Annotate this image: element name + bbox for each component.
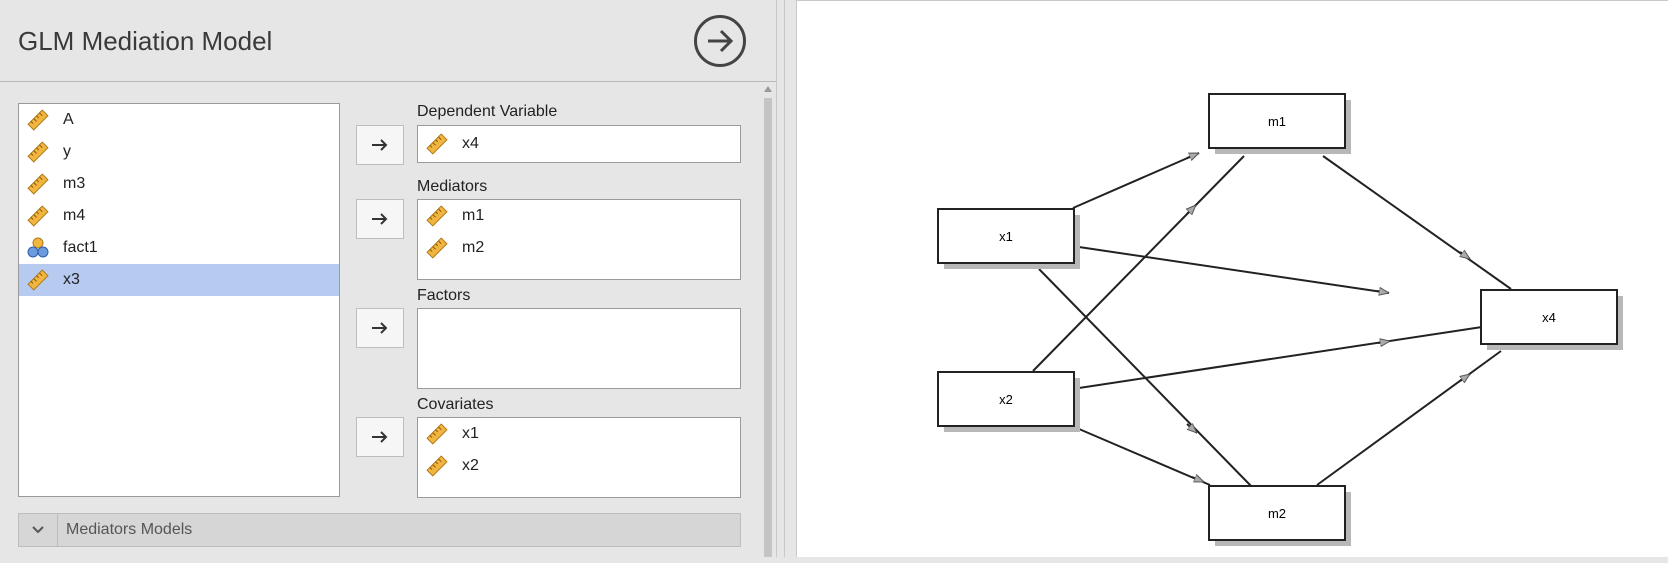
variable-item-m4[interactable]: m4	[19, 200, 339, 232]
arrow-right-icon	[372, 213, 388, 225]
list-item[interactable]: x1	[418, 418, 740, 450]
section-label: Mediators Models	[66, 521, 193, 538]
dependent-box[interactable]: x4	[417, 125, 741, 163]
move-to-factors-button[interactable]	[356, 308, 404, 348]
arrow-right-icon	[708, 29, 734, 53]
variable-label: m3	[63, 175, 86, 192]
panel-splitter[interactable]	[778, 0, 795, 557]
variable-item-y[interactable]: y	[19, 136, 339, 168]
list-item[interactable]: m1	[418, 200, 740, 232]
item-label: m2	[462, 239, 485, 256]
scroll-thumb[interactable]	[764, 98, 772, 557]
node-label: m1	[1268, 114, 1286, 129]
arrow-x1-x4	[1376, 291, 1389, 293]
variable-label: x3	[63, 271, 80, 288]
path-m1-x4	[1322, 155, 1512, 290]
dependent-label: Dependent Variable	[417, 103, 558, 120]
path-x2-m2	[1078, 428, 1211, 486]
node-label: m2	[1268, 506, 1286, 521]
variable-label: y	[63, 143, 71, 160]
path-x1-m1	[1072, 152, 1200, 209]
arrow-m1-x4	[1460, 252, 1470, 260]
node-label: x1	[999, 229, 1013, 244]
move-to-mediators-button[interactable]	[356, 199, 404, 239]
chevron-down-icon[interactable]	[19, 514, 58, 546]
options-panel: GLM Mediation Model A y m3 m4 fact1 x3 D…	[0, 0, 777, 557]
arrow-right-icon	[372, 431, 388, 443]
ruler-icon	[426, 133, 448, 155]
panel-header: GLM Mediation Model	[0, 0, 776, 82]
node-x4: x4	[1480, 289, 1623, 350]
path-m2-x4	[1316, 350, 1502, 486]
arrow-x2-x4	[1377, 341, 1390, 343]
list-item[interactable]: x4	[418, 126, 740, 162]
node-x1: x1	[937, 208, 1080, 269]
item-label: m1	[462, 207, 485, 224]
variable-item-fact1[interactable]: fact1	[19, 232, 339, 264]
variable-label: fact1	[63, 239, 98, 256]
variable-list[interactable]: A y m3 m4 fact1 x3	[18, 103, 340, 497]
node-label: x4	[1542, 310, 1556, 325]
list-item[interactable]: m2	[418, 232, 740, 264]
diagram-paths	[1032, 152, 1512, 489]
node-x2: x2	[937, 371, 1080, 432]
arrow-right-icon	[372, 322, 388, 334]
ruler-icon	[27, 141, 49, 163]
path-x1-x4	[1078, 246, 1390, 294]
mediators-box[interactable]: m1 m2	[417, 199, 741, 280]
run-arrow-button[interactable]	[694, 15, 746, 67]
variable-item-A[interactable]: A	[19, 104, 339, 136]
move-to-dependent-button[interactable]	[356, 125, 404, 165]
arrowheads	[1186, 152, 1470, 483]
factors-box[interactable]	[417, 308, 741, 389]
mediators-models-section[interactable]: Mediators Models	[18, 513, 741, 547]
ruler-icon	[426, 455, 448, 477]
node-m1: m1	[1208, 93, 1351, 154]
arrow-x2-m2	[1191, 477, 1204, 483]
ruler-icon	[426, 423, 448, 445]
path-diagram: m1 x1 x4 x2 m2	[937, 93, 1623, 546]
covariates-box[interactable]: x1 x2	[417, 417, 741, 498]
move-to-covariates-button[interactable]	[356, 417, 404, 457]
variable-label: m4	[63, 207, 86, 224]
item-label: x4	[462, 135, 479, 152]
nominal-icon	[27, 237, 49, 259]
variable-item-m3[interactable]: m3	[19, 168, 339, 200]
variable-item-x3[interactable]: x3	[19, 264, 339, 296]
path-x2-x4	[1078, 326, 1483, 389]
arrow-right-icon	[372, 139, 388, 151]
page-title: GLM Mediation Model	[18, 26, 273, 56]
covariates-label: Covariates	[417, 396, 494, 413]
arrow-x1-m1	[1186, 152, 1199, 158]
arrow-x2-m1	[1187, 205, 1196, 214]
scroll-up-icon[interactable]	[764, 86, 772, 92]
ruler-icon	[27, 173, 49, 195]
ruler-icon	[426, 237, 448, 259]
variable-label: A	[63, 111, 74, 128]
ruler-icon	[27, 269, 49, 291]
vertical-scrollbar[interactable]	[762, 86, 774, 557]
ruler-icon	[426, 205, 448, 227]
item-label: x2	[462, 457, 479, 474]
ruler-icon	[27, 205, 49, 227]
node-m2: m2	[1208, 485, 1351, 546]
mediators-label: Mediators	[417, 178, 488, 195]
list-item[interactable]: x2	[418, 450, 740, 482]
diagram-panel: m1 x1 x4 x2 m2	[796, 0, 1668, 557]
item-label: x1	[462, 425, 479, 442]
factors-label: Factors	[417, 287, 471, 304]
arrow-m2-x4	[1460, 373, 1470, 381]
ruler-icon	[27, 109, 49, 131]
node-label: x2	[999, 392, 1013, 407]
